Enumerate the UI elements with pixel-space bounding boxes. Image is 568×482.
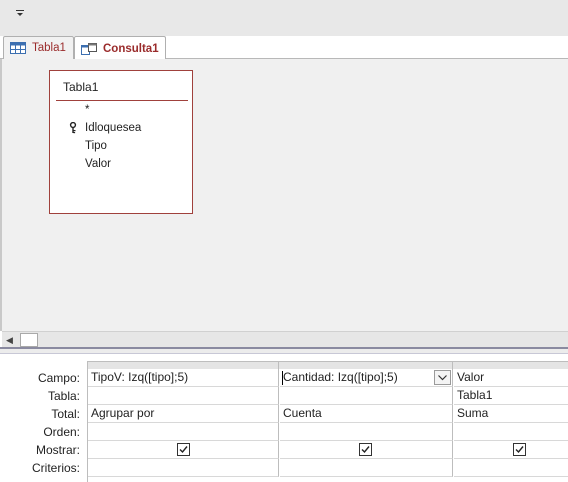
- grid-cell-mostrar[interactable]: [88, 441, 279, 459]
- grid-cell-campo[interactable]: TipoV: Izq([tipo];5): [88, 369, 279, 387]
- grid-cell-tabla[interactable]: [88, 387, 279, 405]
- field-item-tipo[interactable]: Tipo: [85, 140, 107, 152]
- row-label-campo: Campo:: [37, 371, 80, 385]
- grid-column-selector[interactable]: [87, 361, 279, 369]
- row-label-total: Total:: [51, 407, 80, 421]
- text-cursor: [282, 371, 283, 385]
- grid-cell-orden[interactable]: [88, 423, 279, 441]
- grid-cell-campo-text: Cantidad: Izq([tipo];5): [283, 370, 398, 384]
- grid-column-selector[interactable]: [279, 361, 453, 369]
- grid-cell-tabla[interactable]: [280, 387, 453, 405]
- row-label-tabla: Tabla:: [47, 389, 80, 403]
- grid-cell-mostrar[interactable]: [280, 441, 453, 459]
- field-list-tabla1[interactable]: Tabla1 * Idloquesea Tipo Valor: [49, 70, 193, 214]
- table-icon: [10, 42, 26, 54]
- primary-key-icon: [68, 121, 78, 134]
- scrollbar-thumb[interactable]: [20, 333, 38, 347]
- grid-cell-mostrar[interactable]: [454, 441, 568, 459]
- grid-cell-campo[interactable]: Valor: [454, 369, 568, 387]
- show-checkbox[interactable]: [177, 443, 190, 456]
- grid-cell-total[interactable]: Suma: [454, 405, 568, 423]
- field-list-separator: [56, 100, 188, 101]
- access-query-design-window: Tabla1 Consulta1 Tabla1 * Idloquesea Tip…: [0, 0, 568, 482]
- grid-cell-tabla[interactable]: Tabla1: [454, 387, 568, 405]
- field-item-idloquesea[interactable]: Idloquesea: [85, 122, 141, 134]
- grid-cell-criterios[interactable]: [454, 459, 568, 477]
- grid-cell-total[interactable]: Agrupar por: [88, 405, 279, 423]
- show-checkbox[interactable]: [513, 443, 526, 456]
- grid-cell-campo[interactable]: Cantidad: Izq([tipo];5): [280, 369, 453, 387]
- grid-cell-criterios[interactable]: [280, 459, 453, 477]
- show-checkbox[interactable]: [359, 443, 372, 456]
- row-label-mostrar: Mostrar:: [35, 443, 80, 457]
- grid-cell-orden[interactable]: [454, 423, 568, 441]
- tab-consulta1[interactable]: Consulta1: [74, 36, 166, 60]
- field-item-valor[interactable]: Valor: [85, 158, 111, 170]
- grid-cell-criterios[interactable]: [88, 459, 279, 477]
- tab-label: Consulta1: [103, 42, 159, 55]
- grid-column-selector[interactable]: [453, 361, 568, 369]
- pane-splitter[interactable]: [0, 347, 568, 354]
- field-list-title: Tabla1: [63, 80, 99, 94]
- grid-cell-total[interactable]: Cuenta: [280, 405, 453, 423]
- tab-tabla1[interactable]: Tabla1: [3, 36, 74, 59]
- quick-access-toolbar: [0, 0, 568, 36]
- chevron-down-icon[interactable]: [12, 8, 28, 24]
- row-label-criterios: Criterios:: [31, 461, 80, 475]
- scroll-left-arrow-icon[interactable]: ◀: [6, 335, 16, 345]
- row-label-orden: Orden:: [43, 425, 80, 439]
- upper-pane-scrollbar[interactable]: ◀: [2, 331, 568, 347]
- grid-cell-orden[interactable]: [280, 423, 453, 441]
- query-icon: [81, 42, 97, 55]
- field-item-all[interactable]: *: [85, 104, 89, 116]
- chevron-down-icon: [438, 375, 447, 381]
- tab-label: Tabla1: [32, 42, 66, 54]
- field-dropdown-button[interactable]: [434, 370, 451, 385]
